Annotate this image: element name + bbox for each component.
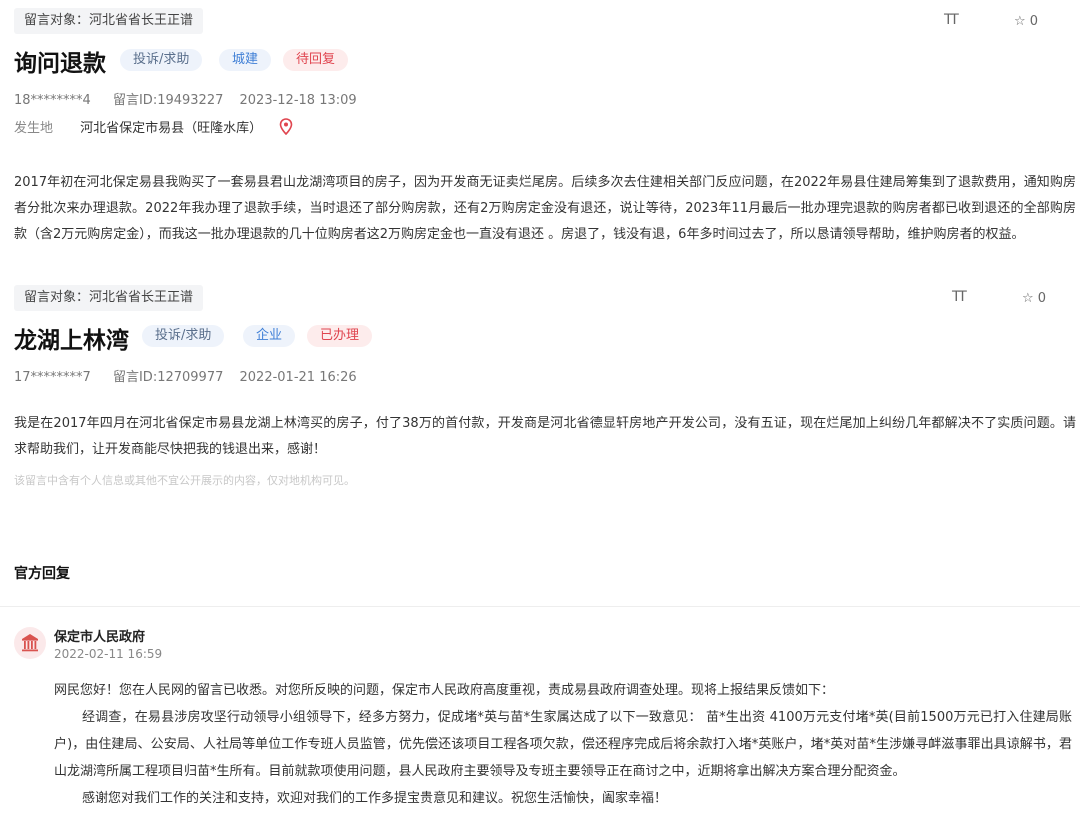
message-body: 2017年初在河北保定易县我购买了一套易县君山龙湖湾项目的房子，因为开发商无证卖… xyxy=(14,175,1076,242)
star-icon: ☆ xyxy=(1014,14,1026,29)
reply-org: 保定市人民政府 xyxy=(54,630,146,645)
user-id: 17********7 xyxy=(14,370,91,385)
favorite-count: 0 xyxy=(1037,291,1047,306)
status-badge: 待回复 xyxy=(283,49,349,71)
privacy-note: 该留言中含有个人信息或其他不宜公开展示的内容，仅对地机构可见。 xyxy=(14,474,355,487)
message-target: 留言对象：河北省省长王正谱 xyxy=(14,285,204,311)
message-title: 龙湖上林湾 xyxy=(14,328,129,354)
message-id: 留言ID:12709977 xyxy=(112,370,224,385)
location-value: 河北省保定市易县（旺隆水库） xyxy=(80,121,263,136)
font-size-toggle[interactable]: TT xyxy=(952,289,967,305)
location-row: 发生地 河北省保定市易县（旺隆水库） xyxy=(14,117,293,139)
status-badge: 已办理 xyxy=(307,325,373,347)
favorite-count: 0 xyxy=(1029,14,1039,29)
message-datetime: 2023-12-18 13:09 xyxy=(239,93,357,108)
section-title: 官方回复 xyxy=(14,566,70,582)
message-body: 我是在2017年四月在河北省保定市易县龙湖上林湾买的房子，付了38万的首付款，开… xyxy=(14,416,1076,457)
user-id: 18********4 xyxy=(14,93,91,108)
reply-body: 网民您好！您在人民网的留言已收悉。对您所反映的问题，保定市人民政府高度重视，责成… xyxy=(54,677,1072,812)
field-tag: 城建 xyxy=(219,49,272,71)
font-size-icon: TT xyxy=(952,289,967,305)
message-meta: 18********4 留言ID:19493227 2023-12-18 13:… xyxy=(14,89,357,108)
star-icon: ☆ xyxy=(1022,291,1034,306)
government-building-icon xyxy=(22,634,38,652)
location-pin-icon[interactable] xyxy=(279,118,293,139)
message-target: 留言对象：河北省省长王正谱 xyxy=(14,8,204,34)
reply-paragraph: 网民您好！您在人民网的留言已收悉。对您所反映的问题，保定市人民政府高度重视，责成… xyxy=(54,683,835,698)
favorite-button[interactable]: ☆ 0 xyxy=(1022,291,1046,306)
category-tag: 投诉/求助 xyxy=(142,325,225,347)
reply-paragraph: 感谢您对我们工作的关注和支持，欢迎对我们的工作多提宝贵意见和建议。祝您生活愉快，… xyxy=(82,791,668,806)
category-tag: 投诉/求助 xyxy=(120,49,203,71)
font-size-icon: TT xyxy=(944,12,959,28)
font-size-toggle[interactable]: TT xyxy=(944,12,959,28)
message-datetime: 2022-01-21 16:26 xyxy=(239,370,357,385)
message-meta: 17********7 留言ID:12709977 2022-01-21 16:… xyxy=(14,366,357,385)
location-label: 发生地 xyxy=(14,121,54,136)
divider xyxy=(0,606,1080,607)
reply-datetime: 2022-02-11 16:59 xyxy=(54,647,163,661)
field-tag: 企业 xyxy=(243,325,296,347)
favorite-button[interactable]: ☆ 0 xyxy=(1014,14,1038,29)
reply-paragraph: 经调查，在易县涉房攻坚行动领导小组领导下，经多方努力，促成堵*英与苗*生家属达成… xyxy=(54,710,1072,779)
avatar xyxy=(14,627,46,659)
message-title: 询问退款 xyxy=(14,51,106,77)
message-id: 留言ID:19493227 xyxy=(112,93,224,108)
